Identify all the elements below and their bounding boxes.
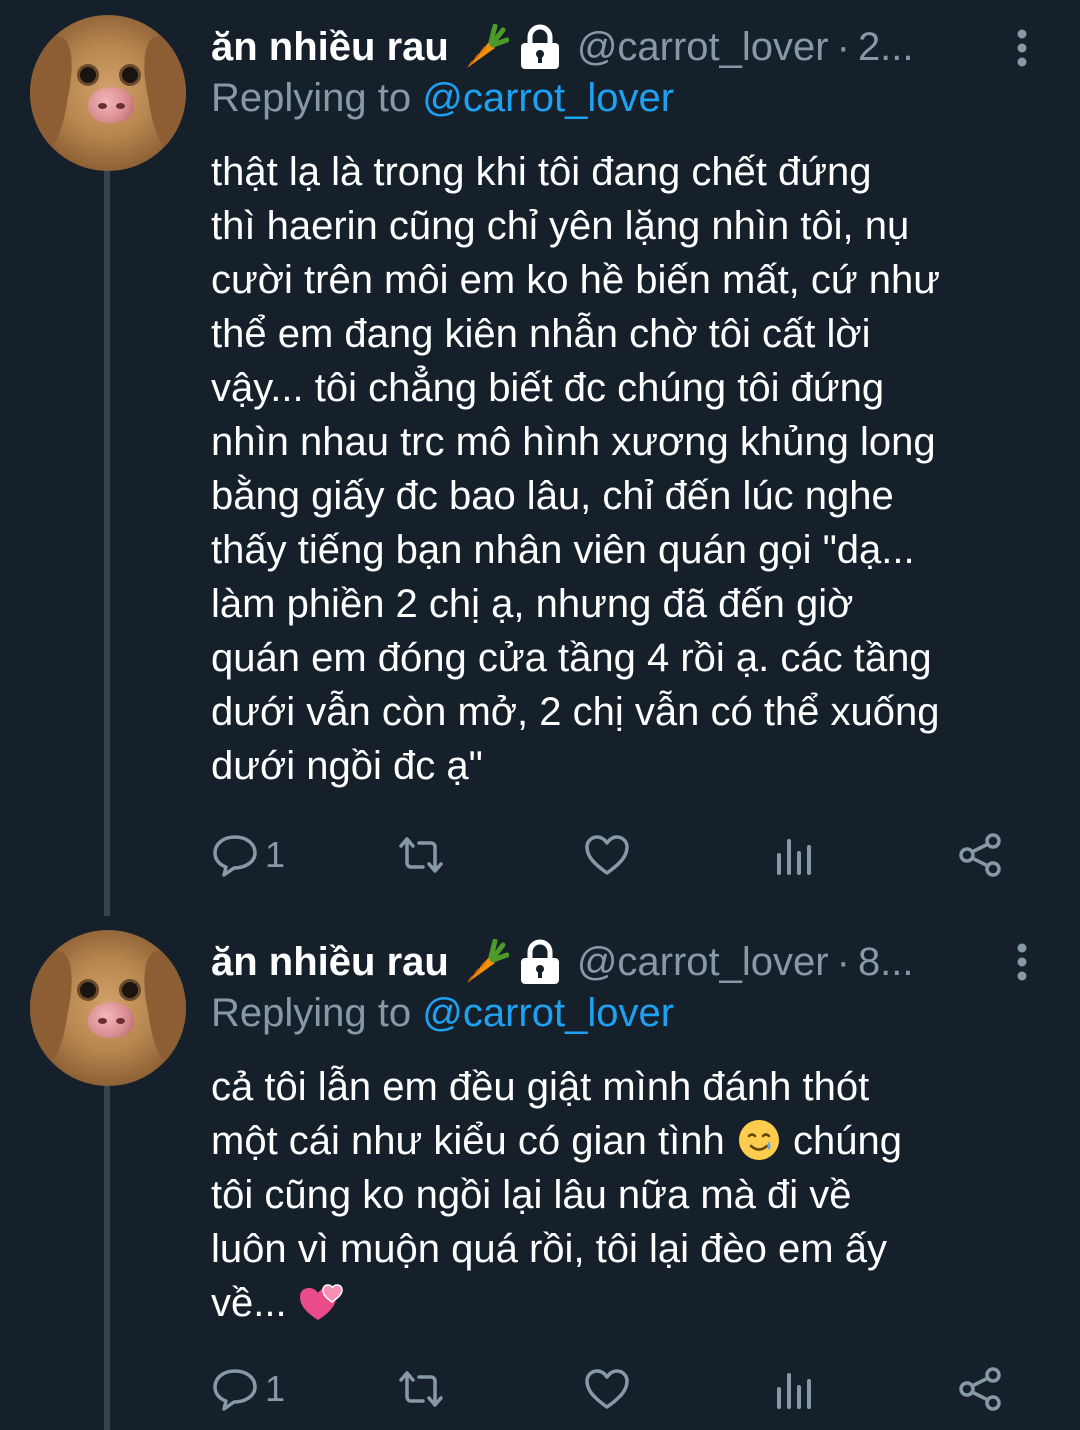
share-icon: [959, 833, 1001, 877]
like-button[interactable]: [583, 1359, 631, 1419]
analytics-icon: [777, 1373, 811, 1409]
carrot-icon: [466, 24, 509, 68]
tweet-text-segment: chúng: [792, 1119, 902, 1163]
two-hearts-icon: [299, 1284, 343, 1320]
reply-button[interactable]: 1: [211, 1359, 285, 1419]
timestamp[interactable]: 2...: [858, 25, 914, 70]
replying-to: Replying to @carrot_lover: [211, 991, 674, 1036]
more-options-icon[interactable]: [1012, 940, 1032, 984]
author-name[interactable]: ăn nhiều rau: [211, 940, 449, 985]
author-name[interactable]: ăn nhiều rau: [211, 25, 449, 70]
replying-to: Replying to @carrot_lover: [211, 76, 674, 121]
reply-icon: [213, 1369, 257, 1411]
lock-icon: [520, 24, 559, 69]
reply-count: 1: [265, 834, 286, 875]
avatar[interactable]: [30, 930, 186, 1086]
replying-prefix: Replying to: [211, 991, 412, 1035]
separator-dot: ·: [836, 939, 850, 984]
tweet-text-segment: về...: [211, 1281, 287, 1325]
retweet-button[interactable]: [397, 825, 445, 885]
reply-button[interactable]: 1: [211, 825, 285, 885]
like-icon: [585, 1369, 629, 1409]
analytics-icon: [777, 839, 811, 875]
tweet-text: cả tôi lẫn em đều giật mình đánh thót mộ…: [211, 1060, 1051, 1330]
tweet-1[interactable]: ăn nhiều rau @carrot_lover · 2... Replyi…: [0, 0, 1080, 916]
mention-link[interactable]: @carrot_lover: [422, 76, 674, 120]
retweet-button[interactable]: [397, 1359, 445, 1419]
tweet-text-line: về...: [211, 1276, 1051, 1330]
avatar[interactable]: [30, 15, 186, 171]
tweet-header: ăn nhiều rau @carrot_lover · 2...: [211, 19, 1080, 75]
share-icon: [959, 1367, 1001, 1411]
tweet-text: thật lạ là trong khi tôi đang chết đứng …: [211, 150, 941, 788]
author-handle[interactable]: @carrot_lover: [577, 25, 829, 70]
author-handle[interactable]: @carrot_lover: [577, 940, 829, 985]
tweet-actions: 1: [211, 825, 1041, 885]
tweet-text-line: một cái như kiểu có gian tình chúng: [211, 1114, 1051, 1168]
more-options-icon[interactable]: [1012, 26, 1032, 70]
tweet-text-line: tôi cũng ko ngồi lại lâu nữa mà đi về: [211, 1173, 852, 1217]
lock-icon: [520, 939, 559, 984]
retweet-icon: [399, 837, 443, 873]
tweet-header: ăn nhiều rau @carrot_lover · 8...: [211, 934, 1080, 990]
thread-line: [104, 1086, 110, 1430]
tweet-actions: 1: [211, 1359, 1041, 1419]
reply-count: 1: [265, 1368, 286, 1409]
carrot-icon: [466, 939, 509, 983]
mention-link[interactable]: @carrot_lover: [422, 991, 674, 1035]
share-button[interactable]: [957, 825, 1005, 885]
reply-icon: [213, 835, 257, 877]
like-icon: [585, 835, 629, 875]
replying-prefix: Replying to: [211, 76, 412, 120]
share-button[interactable]: [957, 1359, 1005, 1419]
timestamp[interactable]: 8...: [858, 940, 914, 985]
analytics-button[interactable]: [771, 825, 819, 885]
tweet-text-line: cả tôi lẫn em đều giật mình đánh thót: [211, 1065, 870, 1109]
analytics-button[interactable]: [771, 1359, 819, 1419]
smiling-face-with-tear-icon: [738, 1120, 779, 1160]
retweet-icon: [399, 1371, 443, 1407]
tweet-text-line: luôn vì muộn quá rồi, tôi lại đèo em ấy: [211, 1227, 887, 1271]
thread-line: [104, 170, 110, 916]
separator-dot: ·: [836, 24, 850, 69]
like-button[interactable]: [583, 825, 631, 885]
tweet-2[interactable]: ăn nhiều rau @carrot_lover · 8... Replyi…: [0, 916, 1080, 1430]
tweet-text-segment: một cái như kiểu có gian tình: [211, 1119, 725, 1163]
